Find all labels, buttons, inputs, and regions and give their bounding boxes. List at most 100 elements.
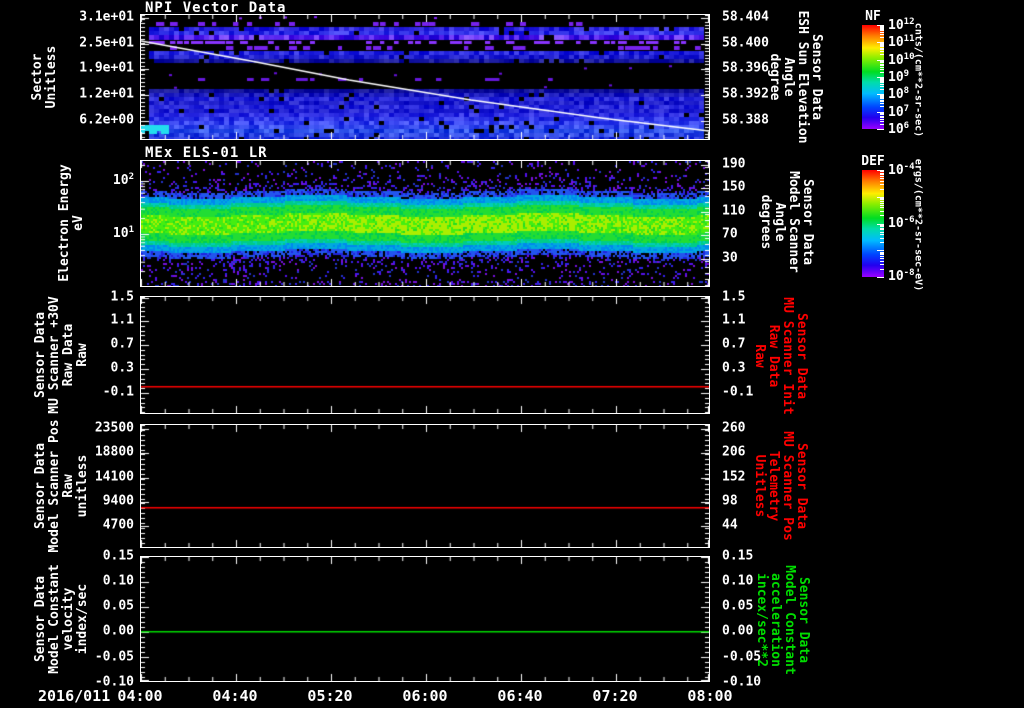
colorbar-tick <box>880 82 884 84</box>
colorbar-tick <box>880 30 884 32</box>
y-tick-label: 9400 <box>102 493 134 509</box>
x-tick-label: 05:20 <box>307 687 353 705</box>
colorbar-tick <box>880 204 884 206</box>
colorbar-tick <box>880 79 884 81</box>
x-tick-label: 08:00 <box>687 687 733 705</box>
panel5-left-axis-label: Sensor Data Model Constant velocity index/s… <box>33 564 90 674</box>
y-tick-label: 101 <box>112 224 134 242</box>
y2-tick-label: 58.396 <box>722 60 769 76</box>
y2-tick-label: 58.392 <box>722 86 769 102</box>
colorbar-tick <box>880 252 884 254</box>
y2-tick-label: 190 <box>722 156 746 172</box>
colorbar-tick <box>880 188 884 190</box>
colorbar-tick <box>880 118 884 120</box>
colorbar-tick <box>880 184 884 185</box>
colorbar-tick <box>880 44 884 45</box>
colorbar-tick <box>880 234 884 236</box>
y2-tick-label: 1.1 <box>722 312 746 328</box>
colorbar-tick <box>880 31 884 33</box>
y2-tick-label: 0.7 <box>722 336 746 352</box>
colorbar-tick <box>880 64 884 66</box>
colorbar-tick <box>880 51 884 53</box>
y-tick-label: 0.00 <box>102 623 134 639</box>
y2-tick-label: 0.3 <box>722 360 746 376</box>
colorbar-tick <box>880 120 884 122</box>
colorbar-tick <box>880 28 884 30</box>
colorbar-tick <box>880 68 884 70</box>
y-tick-label: 0.05 <box>102 598 134 614</box>
colorbar-tick <box>880 224 884 226</box>
x-tick-label: 06:00 <box>402 687 448 705</box>
panel5-right-axis-label: Sensor Data Model Constant acceleration inc… <box>754 565 811 675</box>
y2-tick-label: 44 <box>722 517 738 533</box>
colorbar-tick <box>880 237 884 239</box>
colorbar-tick <box>880 258 884 260</box>
colorbar-tick <box>880 106 884 108</box>
panel-scanner-pos <box>140 424 710 548</box>
colorbar-tick-label: 109 <box>888 68 910 86</box>
x-tick-label: 06:40 <box>497 687 543 705</box>
colorbar-tick <box>880 78 884 80</box>
npi-spectrogram-canvas <box>141 15 709 139</box>
y-tick-label: 1.5 <box>110 289 134 305</box>
colorbar-tick <box>880 43 884 45</box>
colorbar-tick <box>880 229 884 231</box>
colorbar-tick <box>880 231 884 233</box>
y2-tick-label: 0.10 <box>722 573 754 589</box>
y-tick-label: 18800 <box>94 444 134 460</box>
y-tick-label: 0.15 <box>102 548 134 564</box>
colorbar-tick <box>880 202 884 204</box>
colorbar-tick <box>880 95 884 97</box>
y-tick-label: 0.10 <box>102 573 134 589</box>
colorbar-tick <box>880 98 884 100</box>
colorbar-tick <box>880 215 884 217</box>
y-tick-label: 2.5e+01 <box>79 35 134 51</box>
colorbar-nf-title: NF <box>865 9 881 24</box>
colorbar-tick <box>880 123 884 125</box>
panel4-right-axis-label: Sensor Data MU Scanner Pos Telemetry Unitle… <box>752 431 809 541</box>
y-tick-label: 23500 <box>94 420 134 436</box>
y2-tick-label: 110 <box>722 203 746 219</box>
colorbar-tick <box>880 210 884 212</box>
colorbar-tick <box>880 199 884 201</box>
y-tick-label: 0.3 <box>110 360 134 376</box>
colorbar-tick <box>880 101 884 103</box>
colorbar-tick <box>880 172 884 174</box>
panel3-right-axis-label: Sensor Data MU Scanner Init Raw Data Raw <box>752 297 809 415</box>
panel1-title: NPI Vector Data <box>145 0 287 16</box>
y2-tick-label: 58.404 <box>722 9 769 25</box>
colorbar-tick <box>880 86 884 88</box>
colorbar-tick <box>880 62 884 64</box>
panel1-right-axis-label: Sensor Data ESH Sun Elevation Angle degree <box>767 10 824 144</box>
colorbar-tick <box>880 80 884 82</box>
colorbar-tick <box>880 260 884 262</box>
colorbar-tick <box>880 198 884 199</box>
colorbar-tick <box>880 207 884 209</box>
colorbar-tick-label: 107 <box>888 103 910 121</box>
y-tick-label: -0.05 <box>94 649 134 665</box>
colorbar-tick <box>880 25 884 27</box>
y-tick-label: 3.1e+01 <box>79 9 134 25</box>
y2-tick-label: -0.1 <box>722 384 754 400</box>
panel-npi-spectrogram <box>140 14 710 140</box>
x-tick-label: 07:20 <box>592 687 638 705</box>
colorbar-nf-units: cnts/(cm**2-sr-sec) <box>912 22 924 138</box>
colorbar-tick <box>880 71 884 73</box>
colorbar-tick <box>880 178 884 180</box>
colorbar-tick <box>880 175 884 177</box>
y2-tick-label: 58.400 <box>722 35 769 51</box>
colorbar-tick <box>880 115 884 117</box>
y-tick-label: 6.2e+00 <box>79 112 134 128</box>
y2-tick-label: 150 <box>722 179 746 195</box>
y2-tick-label: 70 <box>722 226 738 242</box>
colorbar-tick <box>880 254 884 256</box>
colorbar-tick <box>880 89 884 91</box>
colorbar-tick <box>877 129 884 130</box>
y-tick-label: 1.9e+01 <box>79 60 134 76</box>
y2-tick-label: 0.00 <box>722 623 754 639</box>
colorbar-tick <box>880 256 884 258</box>
y2-tick-label: 0.05 <box>722 598 754 614</box>
colorbar-tick <box>880 45 884 46</box>
plot-figure: NPI Vector Data MEx ELS-01 LR Sector Unit… <box>0 0 1024 708</box>
colorbar-tick-label: 108 <box>888 85 910 103</box>
